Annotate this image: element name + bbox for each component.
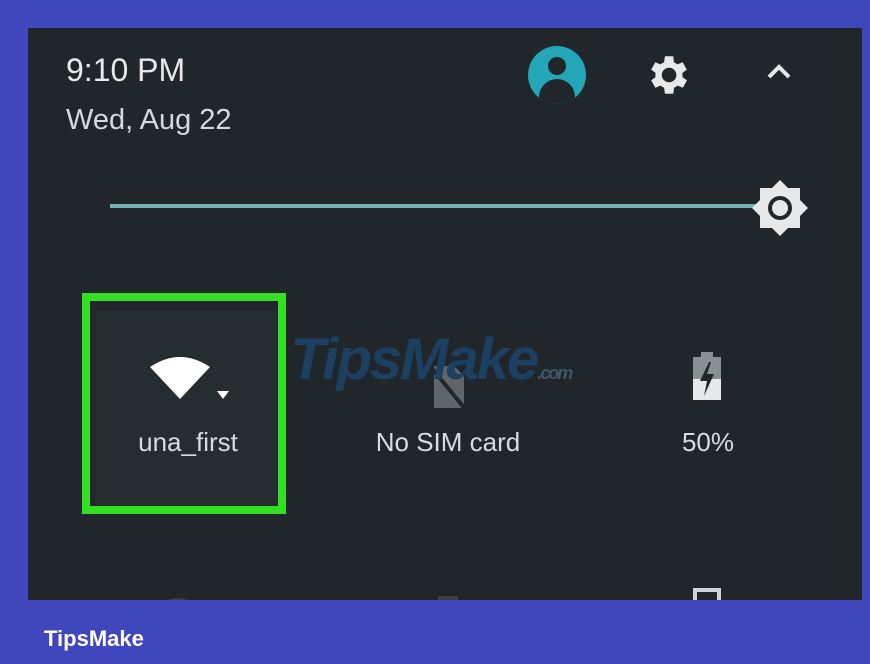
battery-icon <box>693 352 721 400</box>
clock-time: 9:10 PM <box>66 52 186 88</box>
brightness-icon[interactable] <box>750 178 810 238</box>
watermark: TipsMake.com <box>290 327 573 392</box>
battery-tile[interactable]: 50% <box>648 310 768 510</box>
sim-tile-label: No SIM card <box>375 427 521 457</box>
account-icon[interactable] <box>528 46 586 104</box>
footer-bar: TipsMake <box>0 600 870 664</box>
row2-icon-1 <box>168 598 188 600</box>
brand-label: TipsMake <box>44 626 144 651</box>
gear-icon[interactable] <box>642 50 692 100</box>
clock-date: Wed, Aug 22 <box>66 104 232 136</box>
row2-icon-3 <box>693 588 721 600</box>
battery-tile-label: 50% <box>681 427 735 457</box>
highlight-box <box>82 293 286 514</box>
chevron-up-icon[interactable] <box>763 60 795 82</box>
row2-icon-2 <box>438 596 458 600</box>
brightness-slider[interactable] <box>110 204 760 208</box>
quick-settings-panel: 9:10 PM Wed, Aug 22 una_first No SIM car… <box>28 28 862 600</box>
